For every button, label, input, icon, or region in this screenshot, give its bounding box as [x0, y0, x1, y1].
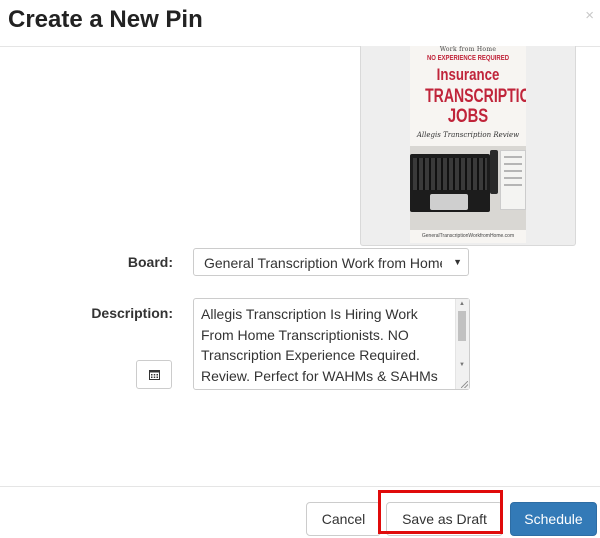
dialog-title: Create a New Pin	[8, 6, 203, 33]
pin-title-line-2: TRANSCRIPTION	[425, 86, 526, 107]
description-textarea[interactable]: Allegis Transcription Is Hiring Work Fro…	[193, 298, 470, 390]
calendar-button[interactable]	[136, 360, 172, 389]
description-scrollbar[interactable]: ▲ ▼	[455, 299, 469, 389]
save-as-draft-button[interactable]: Save as Draft	[386, 502, 503, 536]
pin-image-preview: Work from Home NO EXPERIENCE REQUIRED In…	[360, 46, 576, 246]
modal-header: Create a New Pin ×	[0, 0, 600, 47]
phone-graphic	[490, 150, 498, 194]
board-select[interactable]: General Transcription Work from Home ▼	[193, 248, 469, 276]
schedule-button[interactable]: Schedule	[510, 502, 597, 536]
pin-no-experience-text: NO EXPERIENCE REQUIRED	[427, 55, 509, 62]
close-icon[interactable]: ×	[585, 7, 594, 24]
scroll-thumb[interactable]	[458, 311, 466, 341]
pin-title-line-3: JOBS	[447, 106, 489, 127]
pin-subtitle: Allegis Transcription Review	[416, 131, 520, 139]
resize-grip-icon[interactable]	[461, 381, 468, 388]
pin-top-text: Work from Home	[439, 46, 497, 53]
pin-image: Work from Home NO EXPERIENCE REQUIRED In…	[410, 46, 526, 243]
dropdown-arrow-icon: ▼	[453, 257, 462, 267]
pin-footer-url: GeneralTranscriptionWorkfromHome.com	[410, 230, 526, 243]
pin-photo-laptop	[410, 146, 526, 230]
board-select-value: General Transcription Work from Home	[204, 255, 442, 271]
laptop-graphic	[410, 154, 490, 212]
pin-title-line-1: Insurance	[436, 65, 500, 84]
description-label: Description:	[91, 305, 173, 321]
description-text: Allegis Transcription Is Hiring Work Fro…	[201, 306, 438, 384]
notebook-graphic	[500, 150, 526, 210]
scroll-down-icon[interactable]: ▼	[459, 362, 465, 368]
board-label: Board:	[127, 254, 173, 270]
cancel-button[interactable]: Cancel	[306, 502, 381, 536]
scroll-up-icon[interactable]: ▲	[459, 301, 465, 307]
calendar-icon	[149, 370, 160, 380]
